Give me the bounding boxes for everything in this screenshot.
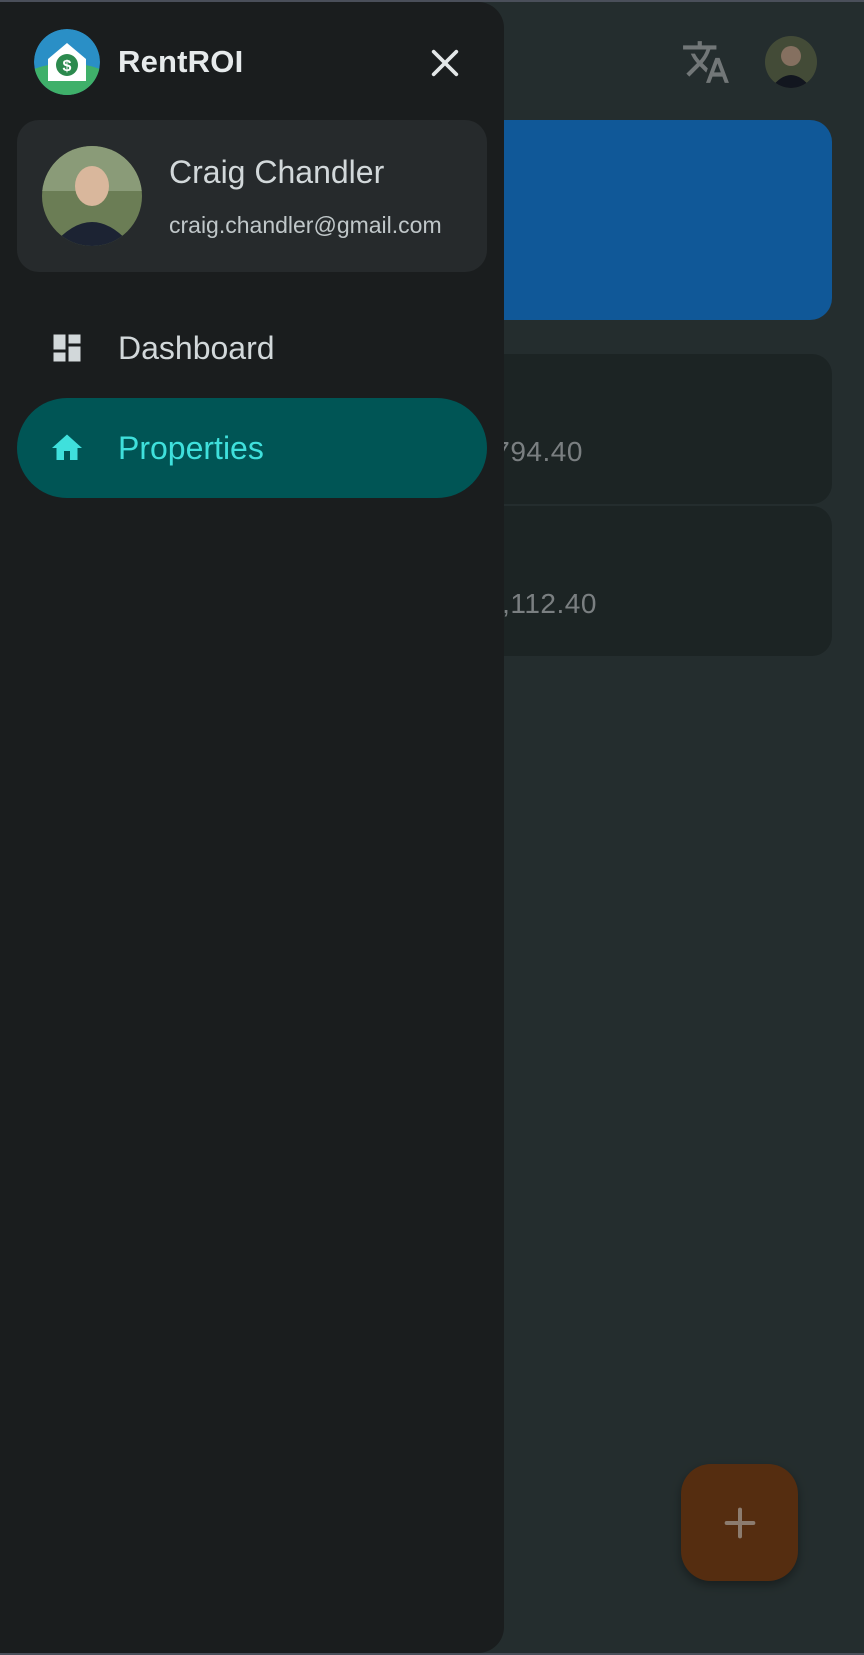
user-profile-card[interactable]: Craig Chandler craig.chandler@gmail.com xyxy=(17,120,487,272)
svg-text:$: $ xyxy=(63,58,72,75)
user-email: craig.chandler@gmail.com xyxy=(169,212,442,238)
close-icon xyxy=(431,49,459,77)
navigation-drawer: $ RentROI Craig Chandler craig.chandler@… xyxy=(0,2,504,1653)
app-frame: ,794.40 5,112.40 $ RentROI Craig Chandle… xyxy=(0,0,864,1655)
app-logo: $ xyxy=(34,29,100,95)
home-icon xyxy=(52,434,82,460)
nav-item-properties[interactable]: Properties xyxy=(17,398,487,498)
app-title: RentROI xyxy=(118,44,244,79)
dashboard-icon xyxy=(53,334,81,362)
close-drawer-button[interactable] xyxy=(420,38,470,88)
user-name: Craig Chandler xyxy=(169,154,385,190)
nav-item-dashboard[interactable]: Dashboard xyxy=(17,298,487,398)
nav-item-label: Dashboard xyxy=(118,329,275,366)
avatar xyxy=(42,146,142,246)
nav-item-label: Properties xyxy=(118,429,264,466)
drawer-header: $ RentROI xyxy=(0,2,504,120)
